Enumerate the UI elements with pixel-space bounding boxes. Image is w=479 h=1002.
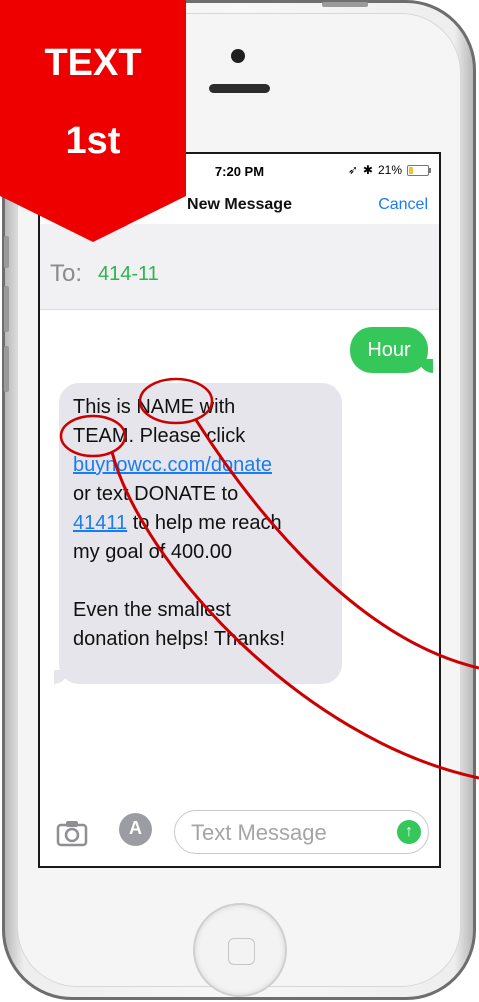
message-line: or text DONATE to xyxy=(73,480,328,509)
home-button[interactable] xyxy=(193,903,287,997)
message-text: TEAM. Please click xyxy=(73,425,246,447)
phone-screen: 7:20 PM ➶ ✱ 21% New Message Cancel To: 4… xyxy=(38,152,441,868)
message-line: buynowcc.com/donate xyxy=(73,451,328,480)
message-line: TEAM. Please click xyxy=(73,422,328,451)
message-text: Even the smallest xyxy=(73,599,231,621)
front-camera xyxy=(231,49,245,63)
message-line: my goal of 400.00 xyxy=(73,538,328,567)
volume-up-button xyxy=(4,286,9,332)
cancel-button[interactable]: Cancel xyxy=(378,196,428,214)
message-text: This is NAME with xyxy=(73,396,236,418)
message-link[interactable]: 41411 xyxy=(73,512,127,534)
message-line: donation helps! Thanks! xyxy=(73,625,328,654)
status-icons: ➶ ✱ 21% xyxy=(347,163,431,177)
message-text: donation helps! Thanks! xyxy=(73,628,286,650)
camera-icon[interactable] xyxy=(55,816,89,850)
message-text: my goal of 400.00 xyxy=(73,541,232,563)
outgoing-message-bubble[interactable]: Hour xyxy=(350,327,433,373)
message-link[interactable]: buynowcc.com/donate xyxy=(73,454,272,476)
battery-percent: 21% xyxy=(377,163,402,177)
incoming-message-bubble[interactable]: This is NAME with TEAM. Please click buyno… xyxy=(54,383,342,684)
home-square-icon xyxy=(228,938,255,965)
composer-bar: A ↑ xyxy=(40,804,439,864)
message-text: or text DONATE to xyxy=(73,483,239,505)
message-line xyxy=(73,567,328,596)
message-text-input[interactable] xyxy=(189,811,383,855)
message-line: Even the smallest xyxy=(73,596,328,625)
send-arrow-icon[interactable]: ↑ xyxy=(397,820,421,844)
message-line: 41411 to help me reach xyxy=(73,509,328,538)
badge-line2: 1st xyxy=(65,120,121,162)
volume-down-button xyxy=(4,346,9,392)
message-input[interactable]: ↑ xyxy=(174,810,429,855)
app-store-icon[interactable]: A xyxy=(119,813,152,846)
earpiece-speaker xyxy=(209,84,270,93)
power-button xyxy=(322,2,368,7)
bluetooth-icon: ✱ xyxy=(362,163,373,177)
recipient-number[interactable]: 414-11 xyxy=(98,263,159,286)
badge-line1: TEXT xyxy=(44,42,142,84)
to-label: To: xyxy=(50,260,83,287)
message-line: This is NAME with xyxy=(73,393,328,422)
message-text: to help me reach xyxy=(127,512,282,534)
battery-icon xyxy=(407,164,431,176)
location-arrow-icon: ➶ xyxy=(347,163,358,177)
